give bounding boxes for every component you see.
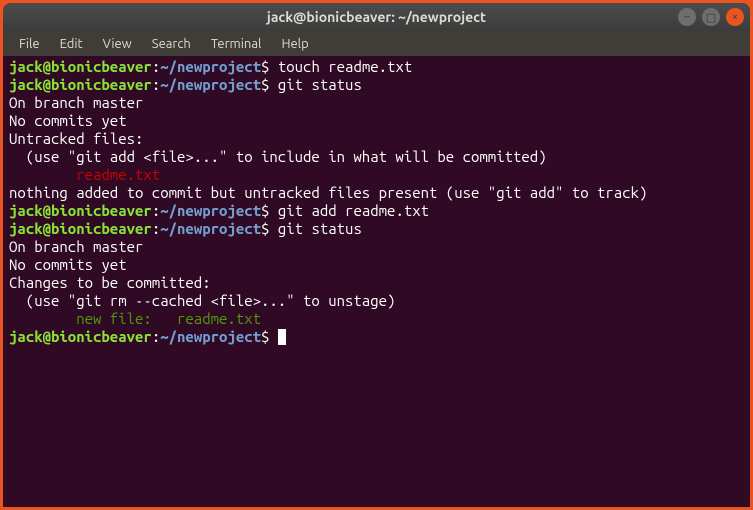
command-text: touch readme.txt — [269, 58, 412, 75]
terminal-output: Changes to be committed: — [9, 274, 744, 292]
prompt-colon: : — [152, 220, 160, 237]
menu-file[interactable]: File — [11, 35, 48, 53]
prompt-colon: : — [152, 328, 160, 345]
menu-search[interactable]: Search — [144, 35, 199, 53]
menu-edit[interactable]: Edit — [52, 35, 91, 53]
prompt-colon: : — [152, 58, 160, 75]
terminal-output: nothing added to commit but untracked fi… — [9, 184, 744, 202]
terminal-line: jack@bionicbeaver:~/newproject$ git add … — [9, 202, 744, 220]
maximize-icon: □ — [706, 11, 716, 24]
terminal-line: jack@bionicbeaver:~/newproject$ git stat… — [9, 220, 744, 238]
prompt-path: ~/newproject — [160, 328, 261, 345]
prompt-userhost: jack@bionicbeaver — [9, 202, 152, 219]
terminal-window: jack@bionicbeaver: ~/newproject – □ × Fi… — [3, 3, 750, 507]
prompt-userhost: jack@bionicbeaver — [9, 58, 152, 75]
window-title: jack@bionicbeaver: ~/newproject — [3, 9, 750, 25]
terminal-output: On branch master — [9, 94, 744, 112]
prompt-path: ~/newproject — [160, 76, 261, 93]
menubar: File Edit View Search Terminal Help — [3, 31, 750, 56]
prompt-colon: : — [152, 202, 160, 219]
window-controls: – □ × — [678, 8, 744, 26]
terminal-output: (use "git add <file>..." to include in w… — [9, 148, 744, 166]
terminal-output: No commits yet — [9, 112, 744, 130]
command-text — [269, 328, 277, 345]
close-button[interactable]: × — [726, 8, 744, 26]
terminal-line: jack@bionicbeaver:~/newproject$ touch re… — [9, 58, 744, 76]
prompt-userhost: jack@bionicbeaver — [9, 220, 152, 237]
terminal-output-untracked: readme.txt — [9, 166, 744, 184]
terminal-line: jack@bionicbeaver:~/newproject$ git stat… — [9, 76, 744, 94]
command-text: git status — [269, 220, 361, 237]
terminal-output: No commits yet — [9, 256, 744, 274]
terminal-area[interactable]: jack@bionicbeaver:~/newproject$ touch re… — [3, 56, 750, 507]
prompt-userhost: jack@bionicbeaver — [9, 76, 152, 93]
minimize-icon: – — [684, 11, 689, 23]
prompt-path: ~/newproject — [160, 58, 261, 75]
prompt-path: ~/newproject — [160, 202, 261, 219]
titlebar: jack@bionicbeaver: ~/newproject – □ × — [3, 3, 750, 31]
terminal-output: Untracked files: — [9, 130, 744, 148]
terminal-line: jack@bionicbeaver:~/newproject$ — [9, 328, 744, 346]
maximize-button[interactable]: □ — [702, 8, 720, 26]
menu-view[interactable]: View — [95, 35, 140, 53]
prompt-userhost: jack@bionicbeaver — [9, 328, 152, 345]
minimize-button[interactable]: – — [678, 8, 696, 26]
terminal-output: (use "git rm --cached <file>..." to unst… — [9, 292, 744, 310]
terminal-output: On branch master — [9, 238, 744, 256]
menu-help[interactable]: Help — [273, 35, 316, 53]
terminal-output-staged: new file: readme.txt — [9, 310, 744, 328]
command-text: git add readme.txt — [269, 202, 429, 219]
close-icon: × — [732, 11, 738, 23]
command-text: git status — [269, 76, 361, 93]
prompt-colon: : — [152, 76, 160, 93]
menu-terminal[interactable]: Terminal — [203, 35, 270, 53]
prompt-path: ~/newproject — [160, 220, 261, 237]
cursor — [278, 329, 286, 345]
